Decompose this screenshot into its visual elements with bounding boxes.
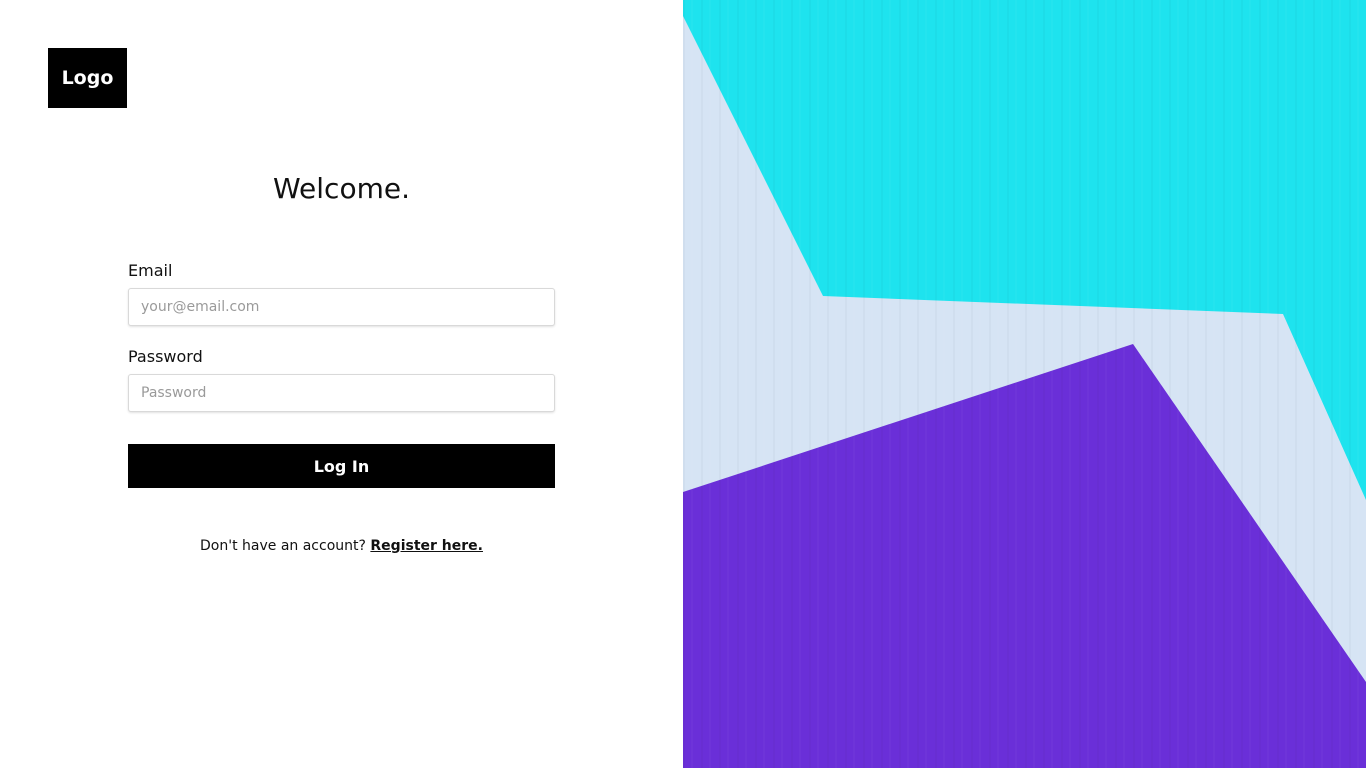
login-panel: Logo Welcome. Email Password Log In Don'…: [0, 0, 683, 768]
login-form: Email Password Log In: [128, 260, 555, 488]
page-title: Welcome.: [273, 172, 410, 205]
register-prompt: Don't have an account? Register here.: [0, 538, 683, 554]
email-label: Email: [128, 261, 173, 280]
hero-image: [683, 0, 1366, 768]
painted-wall-art: [683, 0, 1366, 768]
register-prompt-text: Don't have an account?: [200, 538, 366, 554]
email-group: Email: [128, 260, 555, 326]
password-field[interactable]: [128, 374, 555, 412]
login-button[interactable]: Log In: [128, 444, 555, 488]
email-field[interactable]: [128, 288, 555, 326]
logo[interactable]: Logo: [48, 48, 127, 108]
login-page: Logo Welcome. Email Password Log In Don'…: [0, 0, 1366, 768]
password-group: Password: [128, 346, 555, 412]
password-label: Password: [128, 347, 203, 366]
register-link[interactable]: Register here.: [370, 538, 483, 554]
